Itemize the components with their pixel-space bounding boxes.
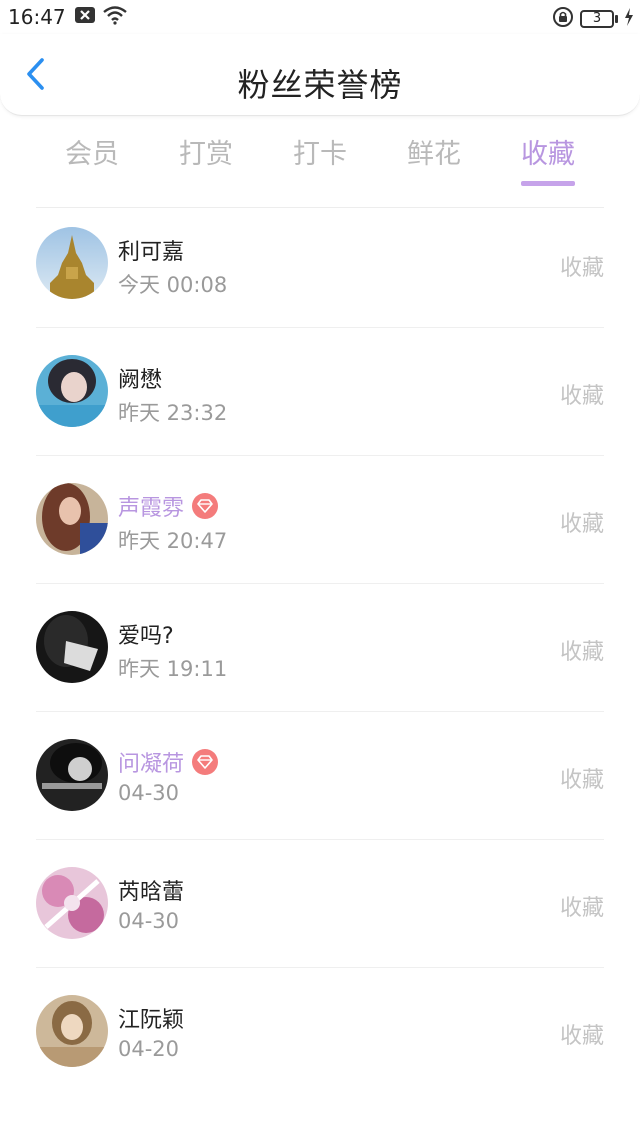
timestamp: 昨天 19:11 (118, 657, 228, 681)
diamond-icon (192, 493, 219, 519)
list-item[interactable]: 声霞雰 昨天 20:47 收藏 (0, 456, 640, 584)
page-title: 粉丝荣誉榜 (237, 66, 403, 104)
tab-label: 打赏 (179, 139, 233, 170)
user-name: 爱吗? (118, 624, 174, 649)
action-label: 收藏 (559, 896, 604, 921)
user-name: 芮晗蕾 (118, 880, 185, 905)
avatar[interactable] (36, 611, 108, 683)
user-name: 声霞雰 (118, 496, 185, 521)
status-bar: 16:47 3 (0, 0, 640, 34)
user-name: 利可嘉 (118, 240, 185, 265)
name-line: 芮晗蕾 (118, 874, 184, 906)
action-label: 收藏 (559, 1024, 604, 1049)
wifi-icon (102, 5, 128, 29)
action-label: 收藏 (559, 640, 604, 665)
avatar[interactable] (36, 739, 108, 811)
name-line: 利可嘉 (118, 234, 184, 266)
name-line: 阙懋 (118, 362, 162, 394)
diamond-icon (192, 749, 219, 775)
battery-icon: 3 (580, 10, 618, 28)
fan-list: 利可嘉 今天 00:08 收藏 阙懋 昨天 23:32 收藏 声霞雰 昨天 20… (0, 200, 640, 1096)
avatar[interactable] (36, 995, 108, 1067)
user-name: 问凝荷 (118, 752, 185, 777)
name-line: 声霞雰 (118, 490, 219, 522)
list-item[interactable]: 阙懋 昨天 23:32 收藏 (0, 328, 640, 456)
status-left-icons (74, 5, 128, 29)
timestamp: 昨天 23:32 (118, 401, 228, 425)
avatar[interactable] (36, 867, 108, 939)
status-right-icons: 3 (552, 6, 634, 32)
user-name: 江阮颖 (118, 1008, 185, 1033)
avatar[interactable] (36, 483, 108, 555)
action-label: 收藏 (559, 768, 604, 793)
name-line: 问凝荷 (118, 746, 219, 778)
list-item[interactable]: 芮晗蕾 04-30 收藏 (0, 840, 640, 968)
tab-label: 收藏 (521, 139, 575, 170)
avatar[interactable] (36, 355, 108, 427)
tab-reward[interactable]: 打赏 (161, 132, 251, 171)
tab-checkin[interactable]: 打卡 (275, 132, 365, 171)
name-line: 爱吗? (118, 618, 174, 650)
battery-level: 3 (580, 10, 614, 28)
tab-bar: 会员 打赏 打卡 鲜花 收藏 (0, 132, 640, 192)
tab-member[interactable]: 会员 (47, 132, 137, 171)
tab-label: 会员 (65, 139, 119, 170)
action-label: 收藏 (559, 384, 604, 409)
timestamp: 04-30 (118, 781, 180, 805)
list-item[interactable]: 江阮颖 04-20 收藏 (0, 968, 640, 1096)
action-label: 收藏 (559, 256, 604, 281)
lock-rotation-icon (552, 6, 574, 32)
tab-favorites[interactable]: 收藏 (503, 132, 593, 186)
timestamp: 今天 00:08 (118, 273, 228, 297)
tab-label: 打卡 (293, 139, 347, 170)
name-line: 江阮颖 (118, 1002, 184, 1034)
status-time: 16:47 (8, 5, 66, 29)
header-bar: 粉丝荣誉榜 (0, 34, 640, 116)
timestamp: 昨天 20:47 (118, 529, 228, 553)
list-item[interactable]: 爱吗? 昨天 19:11 收藏 (0, 584, 640, 712)
list-item[interactable]: 利可嘉 今天 00:08 收藏 (0, 200, 640, 328)
charging-icon (624, 7, 634, 31)
action-label: 收藏 (559, 512, 604, 537)
timestamp: 04-30 (118, 909, 180, 933)
tab-label: 鲜花 (407, 139, 461, 170)
user-name: 阙懋 (118, 368, 163, 393)
notification-close-icon (74, 6, 96, 28)
active-tab-indicator (521, 181, 575, 186)
timestamp: 04-20 (118, 1037, 180, 1061)
tab-flowers[interactable]: 鲜花 (389, 132, 479, 171)
avatar[interactable] (36, 227, 108, 299)
list-item[interactable]: 问凝荷 04-30 收藏 (0, 712, 640, 840)
